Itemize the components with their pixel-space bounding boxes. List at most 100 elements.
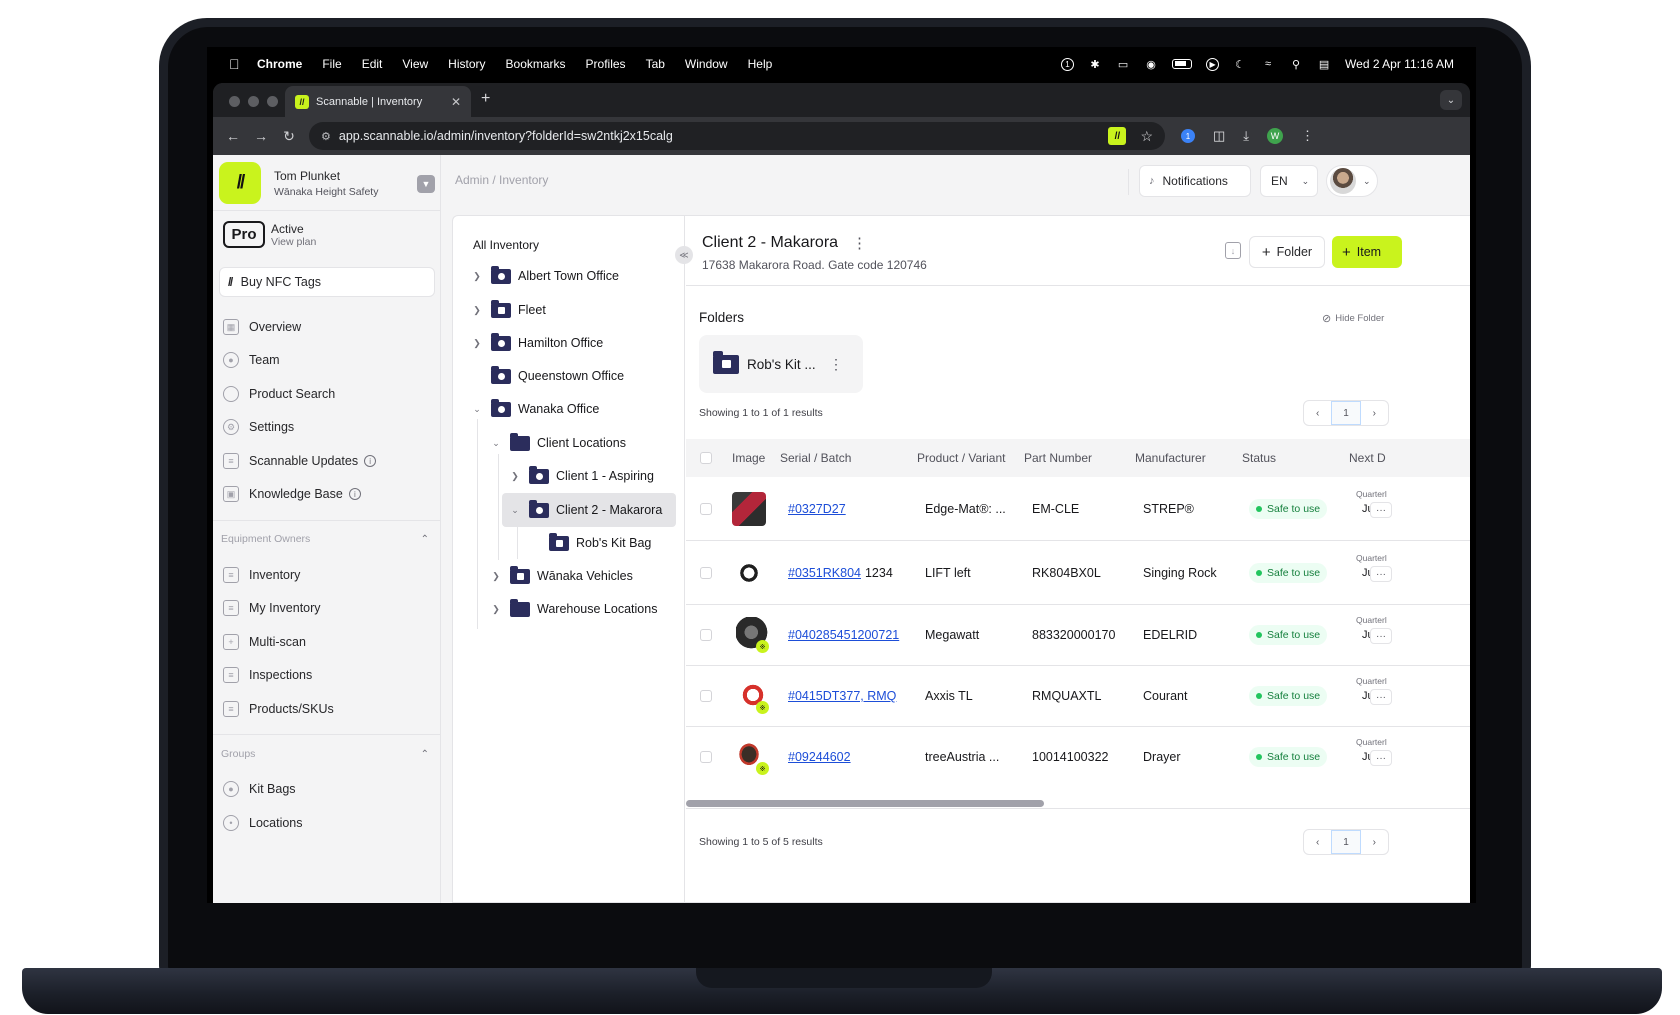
bookmark-star-icon[interactable]: ☆ bbox=[1140, 128, 1153, 145]
moon-icon[interactable]: ☾ bbox=[1233, 57, 1247, 71]
prev-page-button[interactable]: ‹ bbox=[1304, 401, 1331, 425]
groups-heading[interactable]: Groups ⌃ bbox=[221, 748, 429, 760]
column-header-serial[interactable]: Serial / Batch bbox=[780, 451, 851, 465]
sidebar-item-knowledge-base[interactable]: ▣ Knowledge Base i bbox=[223, 479, 433, 509]
chevron-up-icon[interactable]: ⌃ bbox=[421, 534, 429, 545]
column-header-product[interactable]: Product / Variant bbox=[917, 451, 1006, 465]
table-row[interactable]: ※ #0415DT377, RMQ Axxis TL RMQUAXTL Cour… bbox=[686, 666, 1470, 727]
sidebar-item-products-skus[interactable]: ≡ Products/SKUs bbox=[223, 694, 433, 724]
tree-node-fleet[interactable]: ❯ Fleet bbox=[471, 295, 546, 325]
forward-button[interactable]: → bbox=[247, 128, 275, 144]
sidebar-item-inspections[interactable]: ≡ Inspections bbox=[223, 660, 433, 690]
chrome-menu-icon[interactable]: ⋮ bbox=[1301, 128, 1314, 144]
breadcrumb-admin[interactable]: Admin bbox=[455, 173, 489, 187]
headphones-icon[interactable]: ◉ bbox=[1144, 57, 1158, 71]
row-actions-button[interactable]: ··· bbox=[1370, 628, 1392, 644]
more-options-icon[interactable]: ⋮ bbox=[852, 234, 867, 252]
chevron-right-icon[interactable]: ❯ bbox=[509, 471, 521, 482]
browser-tab[interactable]: // Scannable | Inventory ✕ bbox=[285, 86, 471, 117]
next-page-button[interactable]: › bbox=[1361, 401, 1388, 425]
battery-icon[interactable] bbox=[1172, 59, 1193, 69]
menubar-help[interactable]: Help bbox=[748, 57, 773, 71]
tree-node-wanaka-vehicles[interactable]: ❯ Wānaka Vehicles bbox=[490, 561, 633, 591]
prev-page-button[interactable]: ‹ bbox=[1304, 830, 1331, 854]
add-folder-button[interactable]: + Folder bbox=[1249, 236, 1325, 268]
zoom-window-button[interactable] bbox=[267, 96, 278, 107]
tree-node-client-2-makarora[interactable]: ⌄ Client 2 - Makarora bbox=[502, 493, 676, 527]
serial-link[interactable]: #040285451200721 bbox=[788, 628, 899, 642]
add-item-button[interactable]: + Item bbox=[1332, 236, 1402, 268]
tree-node-warehouse-locations[interactable]: ❯ Warehouse Locations bbox=[490, 594, 657, 624]
menubar-edit[interactable]: Edit bbox=[362, 57, 383, 71]
sidebar-item-multi-scan[interactable]: + Multi-scan bbox=[223, 627, 433, 657]
table-row[interactable]: #0351RK804 1234 LIFT left RK804BX0L Singi… bbox=[686, 541, 1470, 605]
row-actions-button[interactable]: ··· bbox=[1370, 750, 1392, 766]
account-dropdown-icon[interactable]: ▼ bbox=[417, 175, 435, 193]
plan-box[interactable]: Pro Active View plan bbox=[223, 221, 316, 248]
row-checkbox[interactable] bbox=[700, 629, 712, 641]
account-switcher[interactable]: // Tom Plunket Wānaka Height Safety ▼ bbox=[219, 161, 435, 205]
chevron-right-icon[interactable]: ❯ bbox=[471, 338, 483, 349]
password-manager-icon[interactable]: 1 bbox=[1061, 57, 1075, 71]
notifications-button[interactable]: ♪ Notifications bbox=[1139, 165, 1251, 197]
chevron-down-icon[interactable]: ⌄ bbox=[509, 505, 521, 516]
tree-node-queenstown-office[interactable]: Queenstown Office bbox=[471, 361, 624, 391]
product-thumbnail[interactable] bbox=[732, 492, 766, 526]
view-plan-link[interactable]: View plan bbox=[271, 236, 316, 248]
product-thumbnail[interactable] bbox=[732, 556, 766, 590]
sidebar-item-locations[interactable]: • Locations bbox=[223, 808, 433, 838]
table-row[interactable]: ※ #09244602 treeAustria ... 10014100322 … bbox=[686, 727, 1470, 788]
menubar-tab[interactable]: Tab bbox=[646, 57, 665, 71]
subfolder-card[interactable]: Rob's Kit ... ⋮ bbox=[699, 335, 863, 393]
tab-search-button[interactable]: ⌄ bbox=[1440, 90, 1462, 110]
serial-link[interactable]: #0327D27 bbox=[788, 502, 846, 516]
column-header-status[interactable]: Status bbox=[1242, 451, 1276, 465]
display-icon[interactable]: ▭ bbox=[1116, 57, 1130, 71]
row-checkbox[interactable] bbox=[700, 503, 712, 515]
tree-node-robs-kit-bag[interactable]: Rob's Kit Bag bbox=[529, 528, 651, 558]
close-window-button[interactable] bbox=[229, 96, 240, 107]
sidebar-item-my-inventory[interactable]: ≡ My Inventory bbox=[223, 593, 433, 623]
reload-button[interactable]: ↻ bbox=[275, 128, 303, 145]
scannable-extension-icon[interactable]: // bbox=[1108, 127, 1127, 145]
equipment-owners-heading[interactable]: Equipment Owners ⌃ bbox=[221, 533, 429, 545]
row-actions-button[interactable]: ··· bbox=[1370, 502, 1392, 518]
page-number[interactable]: 1 bbox=[1331, 830, 1361, 854]
menubar-file[interactable]: File bbox=[322, 57, 341, 71]
spotlight-search-icon[interactable]: ⚲ bbox=[1289, 57, 1303, 71]
menubar-bookmarks[interactable]: Bookmarks bbox=[506, 57, 566, 71]
new-tab-button[interactable]: + bbox=[481, 90, 490, 108]
menubar-window[interactable]: Window bbox=[685, 57, 728, 71]
chevron-right-icon[interactable]: ❯ bbox=[490, 604, 502, 615]
row-actions-button[interactable]: ··· bbox=[1370, 689, 1392, 705]
sidebar-item-settings[interactable]: ⚙ Settings bbox=[223, 412, 433, 442]
buy-nfc-tags-button[interactable]: // Buy NFC Tags bbox=[219, 267, 435, 297]
profile-avatar[interactable]: W bbox=[1267, 128, 1284, 144]
menubar-clock[interactable]: Wed 2 Apr 11:16 AM bbox=[1345, 57, 1454, 71]
language-select[interactable]: EN ⌄ bbox=[1260, 165, 1318, 197]
sidebar-item-kit-bags[interactable]: ● Kit Bags bbox=[223, 774, 433, 804]
chevron-right-icon[interactable]: ❯ bbox=[471, 271, 483, 282]
row-checkbox[interactable] bbox=[700, 567, 712, 579]
site-info-icon[interactable]: ⚙ bbox=[321, 130, 331, 143]
bluetooth-icon[interactable]: ✱ bbox=[1088, 57, 1102, 71]
tree-node-client-locations[interactable]: ⌄ Client Locations bbox=[490, 428, 626, 458]
tree-node-albert-town-office[interactable]: ❯ Albert Town Office bbox=[471, 261, 619, 291]
user-menu-button[interactable]: ⌄ bbox=[1326, 165, 1378, 197]
play-icon[interactable]: ▶ bbox=[1206, 57, 1220, 71]
extensions-puzzle-icon[interactable]: ◫ bbox=[1213, 128, 1225, 144]
info-icon[interactable]: i bbox=[348, 488, 361, 500]
chevron-right-icon[interactable]: ❯ bbox=[490, 571, 502, 582]
menubar-app-name[interactable]: Chrome bbox=[257, 57, 302, 71]
info-icon[interactable]: i bbox=[364, 455, 377, 467]
serial-link[interactable]: #0415DT377, RMQ bbox=[788, 689, 896, 703]
sidebar-item-team[interactable]: ● Team bbox=[223, 345, 433, 375]
export-icon[interactable]: ↓ bbox=[1225, 242, 1241, 259]
chevron-down-icon[interactable]: ⌄ bbox=[471, 404, 483, 415]
tree-node-wanaka-office[interactable]: ⌄ Wanaka Office bbox=[471, 394, 599, 424]
control-center-icon[interactable]: ▤ bbox=[1317, 57, 1331, 71]
sidebar-item-product-search[interactable]: Product Search bbox=[223, 379, 433, 409]
row-checkbox[interactable] bbox=[700, 690, 712, 702]
chevron-up-icon[interactable]: ⌃ bbox=[421, 749, 429, 760]
chevron-down-icon[interactable]: ⌄ bbox=[490, 438, 502, 449]
